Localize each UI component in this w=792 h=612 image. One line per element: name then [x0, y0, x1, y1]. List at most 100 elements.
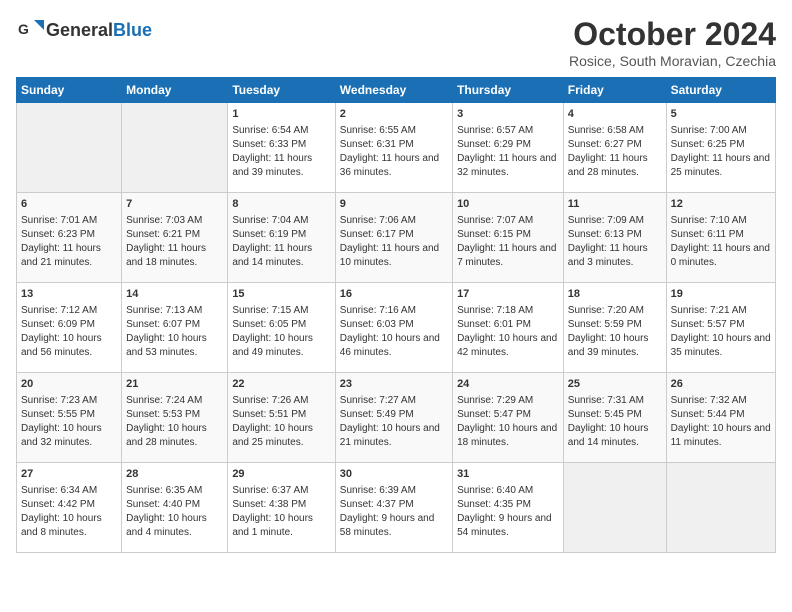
- calendar-cell: 29 Sunrise: 6:37 AMSunset: 4:38 PMDayligh…: [228, 463, 335, 553]
- calendar-cell: [666, 463, 775, 553]
- day-number: 11: [568, 197, 662, 212]
- calendar-cell: 21 Sunrise: 7:24 AMSunset: 5:53 PMDayligh…: [122, 373, 228, 463]
- calendar-week-row: 6Sunrise: 7:01 AMSunset: 6:23 PMDaylight…: [17, 193, 776, 283]
- day-info: Sunrise: 7:21 AMSunset: 5:57 PMDaylight:…: [671, 304, 771, 360]
- calendar-cell: 26 Sunrise: 7:32 AMSunset: 5:44 PMDayligh…: [666, 373, 775, 463]
- day-of-week-header: Wednesday: [335, 78, 452, 103]
- day-info: Sunrise: 7:04 AMSunset: 6:19 PMDaylight:…: [232, 214, 330, 270]
- calendar-cell: 2 Sunrise: 6:55 AMSunset: 6:31 PMDaylight…: [335, 103, 452, 193]
- day-number: 14: [126, 287, 223, 302]
- calendar-cell: 30 Sunrise: 6:39 AMSunset: 4:37 PMDayligh…: [335, 463, 452, 553]
- calendar-cell: [122, 103, 228, 193]
- page-header: G GeneralBlue October 2024 Rosice, South…: [16, 16, 776, 69]
- calendar-cell: 25 Sunrise: 7:31 AMSunset: 5:45 PMDayligh…: [563, 373, 666, 463]
- day-info: Sunrise: 7:16 AMSunset: 6:03 PMDaylight:…: [340, 304, 448, 360]
- day-number: 16: [340, 287, 448, 302]
- title-block: October 2024 Rosice, South Moravian, Cze…: [569, 16, 776, 69]
- day-number: 12: [671, 197, 771, 212]
- calendar-cell: 3 Sunrise: 6:57 AMSunset: 6:29 PMDaylight…: [453, 103, 564, 193]
- calendar-header-row: SundayMondayTuesdayWednesdayThursdayFrid…: [17, 78, 776, 103]
- calendar-cell: 24 Sunrise: 7:29 AMSunset: 5:47 PMDayligh…: [453, 373, 564, 463]
- day-number: 25: [568, 377, 662, 392]
- calendar-cell: 7 Sunrise: 7:03 AMSunset: 6:21 PMDaylight…: [122, 193, 228, 283]
- day-info: Sunrise: 7:29 AMSunset: 5:47 PMDaylight:…: [457, 394, 559, 450]
- day-of-week-header: Thursday: [453, 78, 564, 103]
- day-info: Sunrise: 7:01 AMSunset: 6:23 PMDaylight:…: [21, 214, 117, 270]
- day-number: 22: [232, 377, 330, 392]
- day-number: 26: [671, 377, 771, 392]
- day-of-week-header: Saturday: [666, 78, 775, 103]
- day-info: Sunrise: 6:39 AMSunset: 4:37 PMDaylight:…: [340, 484, 448, 540]
- day-number: 3: [457, 107, 559, 122]
- day-number: 29: [232, 467, 330, 482]
- day-info: Sunrise: 6:40 AMSunset: 4:35 PMDaylight:…: [457, 484, 559, 540]
- day-number: 30: [340, 467, 448, 482]
- calendar-cell: 8 Sunrise: 7:04 AMSunset: 6:19 PMDaylight…: [228, 193, 335, 283]
- logo-general-text: General: [46, 20, 113, 41]
- day-number: 8: [232, 197, 330, 212]
- calendar-cell: 27Sunrise: 6:34 AMSunset: 4:42 PMDayligh…: [17, 463, 122, 553]
- calendar-cell: 18Sunrise: 7:20 AMSunset: 5:59 PMDayligh…: [563, 283, 666, 373]
- calendar-cell: 23Sunrise: 7:27 AMSunset: 5:49 PMDayligh…: [335, 373, 452, 463]
- day-info: Sunrise: 7:07 AMSunset: 6:15 PMDaylight:…: [457, 214, 559, 270]
- calendar-week-row: 27Sunrise: 6:34 AMSunset: 4:42 PMDayligh…: [17, 463, 776, 553]
- day-number: 4: [568, 107, 662, 122]
- day-number: 28: [126, 467, 223, 482]
- location: Rosice, South Moravian, Czechia: [569, 53, 776, 69]
- day-info: Sunrise: 7:31 AMSunset: 5:45 PMDaylight:…: [568, 394, 662, 450]
- month-title: October 2024: [569, 16, 776, 53]
- calendar-cell: 6Sunrise: 7:01 AMSunset: 6:23 PMDaylight…: [17, 193, 122, 283]
- day-number: 15: [232, 287, 330, 302]
- calendar-cell: 15 Sunrise: 7:15 AMSunset: 6:05 PMDayligh…: [228, 283, 335, 373]
- day-info: Sunrise: 7:18 AMSunset: 6:01 PMDaylight:…: [457, 304, 559, 360]
- calendar-cell: 16 Sunrise: 7:16 AMSunset: 6:03 PMDayligh…: [335, 283, 452, 373]
- calendar-cell: 1Sunrise: 6:54 AMSunset: 6:33 PMDaylight…: [228, 103, 335, 193]
- calendar-cell: 17Sunrise: 7:18 AMSunset: 6:01 PMDayligh…: [453, 283, 564, 373]
- day-info: Sunrise: 6:55 AMSunset: 6:31 PMDaylight:…: [340, 124, 448, 180]
- calendar-cell: 4 Sunrise: 6:58 AMSunset: 6:27 PMDaylight…: [563, 103, 666, 193]
- day-info: Sunrise: 6:57 AMSunset: 6:29 PMDaylight:…: [457, 124, 559, 180]
- logo: G GeneralBlue: [16, 16, 152, 44]
- calendar-week-row: 13Sunrise: 7:12 AMSunset: 6:09 PMDayligh…: [17, 283, 776, 373]
- day-number: 19: [671, 287, 771, 302]
- day-of-week-header: Monday: [122, 78, 228, 103]
- day-number: 5: [671, 107, 771, 122]
- calendar-cell: 28 Sunrise: 6:35 AMSunset: 4:40 PMDayligh…: [122, 463, 228, 553]
- day-of-week-header: Friday: [563, 78, 666, 103]
- day-number: 21: [126, 377, 223, 392]
- day-number: 7: [126, 197, 223, 212]
- day-info: Sunrise: 7:15 AMSunset: 6:05 PMDaylight:…: [232, 304, 330, 360]
- calendar-table: SundayMondayTuesdayWednesdayThursdayFrid…: [16, 77, 776, 553]
- logo-blue-text: Blue: [113, 20, 152, 41]
- calendar-cell: 13Sunrise: 7:12 AMSunset: 6:09 PMDayligh…: [17, 283, 122, 373]
- day-info: Sunrise: 7:32 AMSunset: 5:44 PMDaylight:…: [671, 394, 771, 450]
- calendar-cell: 12 Sunrise: 7:10 AMSunset: 6:11 PMDayligh…: [666, 193, 775, 283]
- calendar-cell: 19 Sunrise: 7:21 AMSunset: 5:57 PMDayligh…: [666, 283, 775, 373]
- day-info: Sunrise: 7:03 AMSunset: 6:21 PMDaylight:…: [126, 214, 223, 270]
- svg-text:G: G: [18, 21, 29, 37]
- day-info: Sunrise: 6:58 AMSunset: 6:27 PMDaylight:…: [568, 124, 662, 180]
- day-info: Sunrise: 6:34 AMSunset: 4:42 PMDaylight:…: [21, 484, 117, 540]
- day-number: 24: [457, 377, 559, 392]
- calendar-cell: 11 Sunrise: 7:09 AMSunset: 6:13 PMDayligh…: [563, 193, 666, 283]
- day-number: 2: [340, 107, 448, 122]
- day-info: Sunrise: 6:37 AMSunset: 4:38 PMDaylight:…: [232, 484, 330, 540]
- calendar-cell: 5 Sunrise: 7:00 AMSunset: 6:25 PMDaylight…: [666, 103, 775, 193]
- day-info: Sunrise: 7:06 AMSunset: 6:17 PMDaylight:…: [340, 214, 448, 270]
- day-info: Sunrise: 7:24 AMSunset: 5:53 PMDaylight:…: [126, 394, 223, 450]
- day-number: 20: [21, 377, 117, 392]
- day-number: 10: [457, 197, 559, 212]
- calendar-cell: [563, 463, 666, 553]
- day-info: Sunrise: 6:35 AMSunset: 4:40 PMDaylight:…: [126, 484, 223, 540]
- day-info: Sunrise: 7:23 AMSunset: 5:55 PMDaylight:…: [21, 394, 117, 450]
- day-info: Sunrise: 7:00 AMSunset: 6:25 PMDaylight:…: [671, 124, 771, 180]
- day-info: Sunrise: 7:10 AMSunset: 6:11 PMDaylight:…: [671, 214, 771, 270]
- day-info: Sunrise: 7:09 AMSunset: 6:13 PMDaylight:…: [568, 214, 662, 270]
- calendar-cell: 22Sunrise: 7:26 AMSunset: 5:51 PMDayligh…: [228, 373, 335, 463]
- logo-icon: G: [16, 16, 44, 44]
- calendar-week-row: 20 Sunrise: 7:23 AMSunset: 5:55 PMDayligh…: [17, 373, 776, 463]
- day-info: Sunrise: 7:13 AMSunset: 6:07 PMDaylight:…: [126, 304, 223, 360]
- day-number: 23: [340, 377, 448, 392]
- day-of-week-header: Tuesday: [228, 78, 335, 103]
- day-number: 18: [568, 287, 662, 302]
